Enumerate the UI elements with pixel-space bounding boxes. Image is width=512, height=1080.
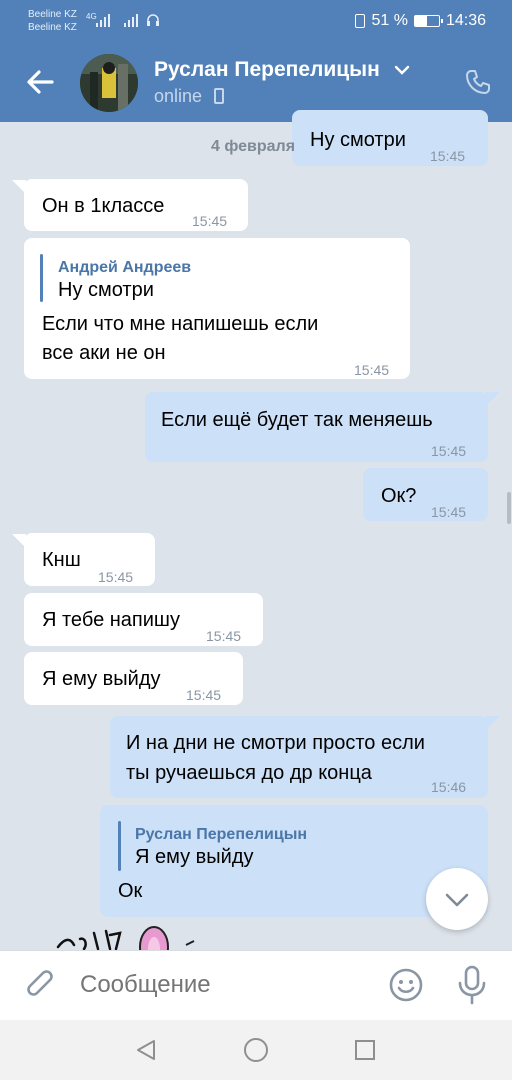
message-composer xyxy=(0,950,512,1020)
nav-home-icon[interactable] xyxy=(243,1037,269,1063)
carrier-labels: Beeline KZ Beeline KZ xyxy=(28,8,77,34)
message-text: Ок xyxy=(118,880,143,902)
message-time: 15:45 xyxy=(354,362,390,378)
bubble-tail xyxy=(486,392,500,406)
chevron-down-icon xyxy=(445,893,469,907)
message-text: Я тебе напишу xyxy=(42,609,180,631)
message-bubble[interactable]: Кнш 15:45 xyxy=(24,533,155,586)
carrier-1: Beeline KZ xyxy=(28,9,77,20)
smile-icon[interactable] xyxy=(388,967,424,1003)
nav-back-icon[interactable] xyxy=(134,1038,158,1062)
message-text: Если ещё будет так меняешь xyxy=(161,409,433,431)
message-text: Если что мне напишешь если xyxy=(42,313,319,335)
microphone-icon[interactable] xyxy=(456,965,488,1005)
message-text: И на дни не смотри просто если xyxy=(126,732,425,754)
message-input[interactable] xyxy=(80,971,370,999)
bubble-tail xyxy=(486,716,500,730)
scrollbar[interactable] xyxy=(507,492,511,524)
presence-status: online xyxy=(154,86,203,106)
message-bubble[interactable]: Я тебе напишу 15:45 xyxy=(24,593,263,646)
message-text: ты ручаешься до др конца xyxy=(126,762,372,784)
reply-bar xyxy=(40,254,43,302)
message-time: 15:46 xyxy=(431,779,467,795)
message-bubble[interactable]: Ну смотри 15:45 xyxy=(292,110,488,166)
message-text: все аки не он xyxy=(42,342,166,364)
message-time: 15:45 xyxy=(192,213,228,229)
reply-text: Ну смотри xyxy=(58,279,154,301)
battery-icon xyxy=(413,15,443,27)
message-bubble[interactable]: Я ему выйду 15:45 xyxy=(24,652,243,705)
system-nav-bar xyxy=(0,1020,512,1080)
message-time: 15:45 xyxy=(431,443,467,459)
message-text: Он в 1классе xyxy=(42,195,165,217)
signal-icon xyxy=(96,14,110,27)
vibrate-icon xyxy=(355,14,366,28)
signal-icon-2 xyxy=(124,14,138,27)
battery-percent: 51 % xyxy=(371,12,408,29)
phone-icon[interactable] xyxy=(464,68,492,96)
top-bar: Beeline KZ Beeline KZ 4G 51 % 14:36 Русл… xyxy=(0,0,512,122)
reply-bar xyxy=(118,821,121,871)
back-arrow-icon[interactable] xyxy=(22,64,58,100)
message-bubble[interactable]: Если ещё будет так меняешь 15:45 xyxy=(145,392,488,462)
message-bubble[interactable]: И на дни не смотри просто если ты ручаеш… xyxy=(110,716,488,798)
contact-name[interactable]: Руслан Перепелицын xyxy=(154,58,380,82)
clock: 14:36 xyxy=(445,12,486,29)
avatar-image xyxy=(80,54,138,112)
message-text: Ну смотри xyxy=(310,129,406,151)
battery-fill xyxy=(414,16,428,26)
message-time: 15:45 xyxy=(430,148,466,164)
date-label: 4 февраля xyxy=(211,138,296,155)
message-text: Я ему выйду xyxy=(42,668,161,690)
avatar[interactable] xyxy=(80,54,138,112)
message-time: 15:45 xyxy=(206,628,242,644)
headphones-icon xyxy=(147,14,159,26)
attach-icon[interactable] xyxy=(22,967,60,1005)
scroll-to-bottom-button[interactable] xyxy=(426,868,488,930)
message-text: Кнш xyxy=(42,549,81,571)
message-time: 15:45 xyxy=(186,687,222,703)
status-bar: Beeline KZ Beeline KZ 4G 51 % 14:36 xyxy=(0,0,512,42)
carrier-2: Beeline KZ xyxy=(28,22,77,33)
message-text: Ок? xyxy=(381,485,417,507)
message-bubble[interactable]: Ок? 15:45 xyxy=(363,468,488,521)
message-time: 15:45 xyxy=(98,569,134,585)
message-time: 15:45 xyxy=(431,504,467,520)
reply-text: Я ему выйду xyxy=(135,846,254,868)
sticker-image xyxy=(56,926,195,951)
message-bubble[interactable]: Андрей Андреев Ну смотри Если что мне на… xyxy=(24,238,410,379)
status-right: 51 % 14:36 xyxy=(355,12,486,30)
nav-recents-icon[interactable] xyxy=(353,1038,377,1062)
chevron-down-icon[interactable] xyxy=(394,64,410,76)
mobile-icon xyxy=(214,88,224,104)
message-bubble[interactable]: Он в 1классе 15:45 xyxy=(24,179,248,231)
